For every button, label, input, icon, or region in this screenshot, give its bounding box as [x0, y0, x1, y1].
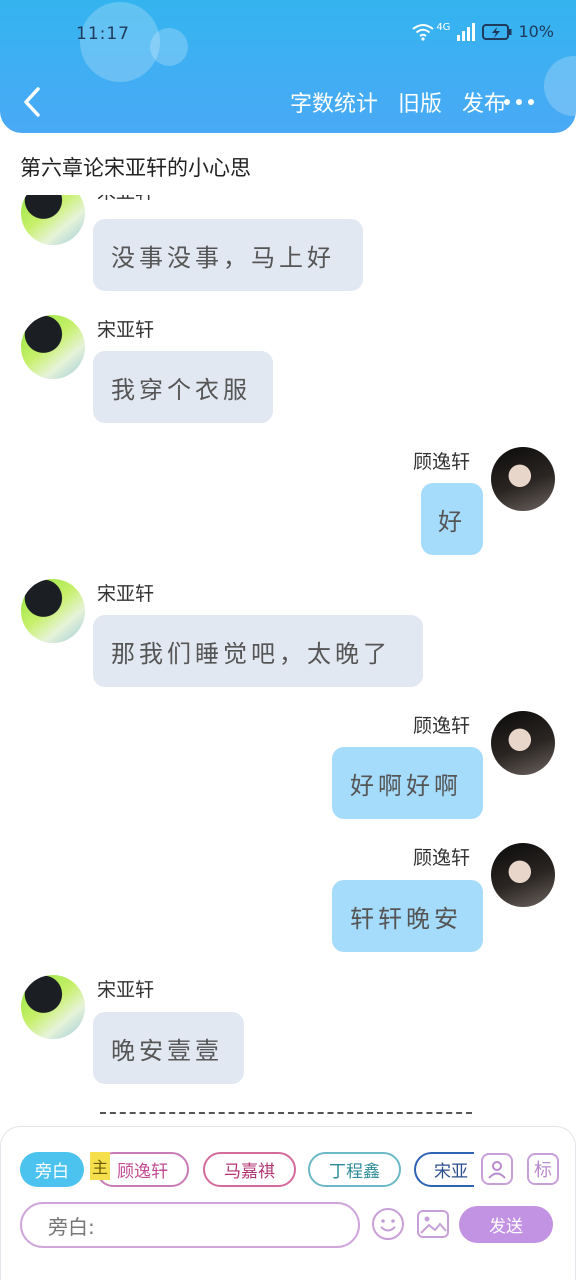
- avatar[interactable]: [21, 195, 85, 245]
- message-bubble[interactable]: 好啊好啊: [332, 747, 483, 819]
- wifi-icon: [412, 23, 434, 41]
- tag-button[interactable]: 标: [527, 1153, 559, 1185]
- word-count-button[interactable]: 字数统计: [290, 86, 378, 118]
- signal-icon: [457, 22, 476, 41]
- role-chip-ding-chengxin[interactable]: 丁程鑫: [308, 1152, 401, 1187]
- network-type: 4G: [436, 22, 451, 33]
- image-icon[interactable]: [416, 1207, 450, 1241]
- role-chip-ma-jiaqi[interactable]: 马嘉祺: [203, 1152, 296, 1187]
- message-input[interactable]: 旁白:: [20, 1202, 360, 1248]
- role-chip-narrator[interactable]: 旁白: [20, 1152, 84, 1187]
- sender-name: 宋亚轩: [97, 195, 154, 204]
- dot: [528, 99, 534, 105]
- avatar[interactable]: [491, 843, 555, 907]
- input-placeholder: 旁白:: [48, 1214, 95, 1239]
- sender-name: 顾逸轩: [413, 847, 471, 869]
- tag-label: 标: [534, 1160, 552, 1181]
- sender-name: 宋亚轩: [97, 583, 155, 605]
- divider: [100, 1112, 472, 1114]
- sender-name: 顾逸轩: [413, 715, 471, 737]
- person-icon: [488, 1161, 506, 1179]
- send-button[interactable]: 发送: [459, 1206, 553, 1243]
- battery-icon: [482, 23, 512, 40]
- message-bubble[interactable]: 晚安壹壹: [93, 1012, 244, 1084]
- main-role-tag: 主: [90, 1152, 110, 1180]
- avatar[interactable]: [491, 447, 555, 511]
- more-options-button[interactable]: [504, 90, 540, 114]
- battery-level: 10%: [518, 22, 554, 41]
- message-bubble[interactable]: 我穿个衣服: [93, 351, 273, 423]
- message-bubble[interactable]: 好: [421, 483, 483, 555]
- status-time: 11:17: [76, 24, 130, 44]
- sender-name: 宋亚轩: [97, 979, 155, 1001]
- status-icons: 4G 10%: [412, 22, 554, 41]
- avatar[interactable]: [21, 579, 85, 643]
- back-button[interactable]: [14, 82, 50, 122]
- message-bubble[interactable]: 那我们睡觉吧，太晚了: [93, 615, 423, 687]
- dot: [516, 99, 522, 105]
- old-version-button[interactable]: 旧版: [398, 86, 442, 118]
- character-button[interactable]: [481, 1153, 513, 1185]
- chat-area[interactable]: 宋亚轩 没事没事，马上好 宋亚轩 我穿个衣服 顾逸轩 好 宋亚轩 那我们睡觉吧，…: [0, 195, 576, 1120]
- avatar[interactable]: [21, 975, 85, 1039]
- avatar[interactable]: [491, 711, 555, 775]
- header-actions: 字数统计 旧版 发布: [290, 86, 506, 118]
- publish-button[interactable]: 发布: [462, 86, 506, 118]
- emoji-icon[interactable]: [371, 1207, 405, 1241]
- decor-bubble: [150, 28, 188, 66]
- message-bubble[interactable]: 轩轩晚安: [332, 880, 483, 952]
- chevron-left-icon: [24, 87, 40, 117]
- sender-name: 宋亚轩: [97, 319, 155, 341]
- message-bubble[interactable]: 没事没事，马上好: [93, 219, 363, 291]
- decor-bubble: [544, 56, 576, 116]
- chapter-title: 第六章论宋亚轩的小心思: [20, 156, 251, 180]
- sender-name: 顾逸轩: [413, 451, 471, 473]
- avatar[interactable]: [21, 315, 85, 379]
- top-bar: 11:17 4G 10% 字数统计 旧版 发布: [0, 0, 576, 133]
- role-chip-song-yaxuan[interactable]: 宋亚: [414, 1152, 474, 1187]
- dot: [504, 99, 510, 105]
